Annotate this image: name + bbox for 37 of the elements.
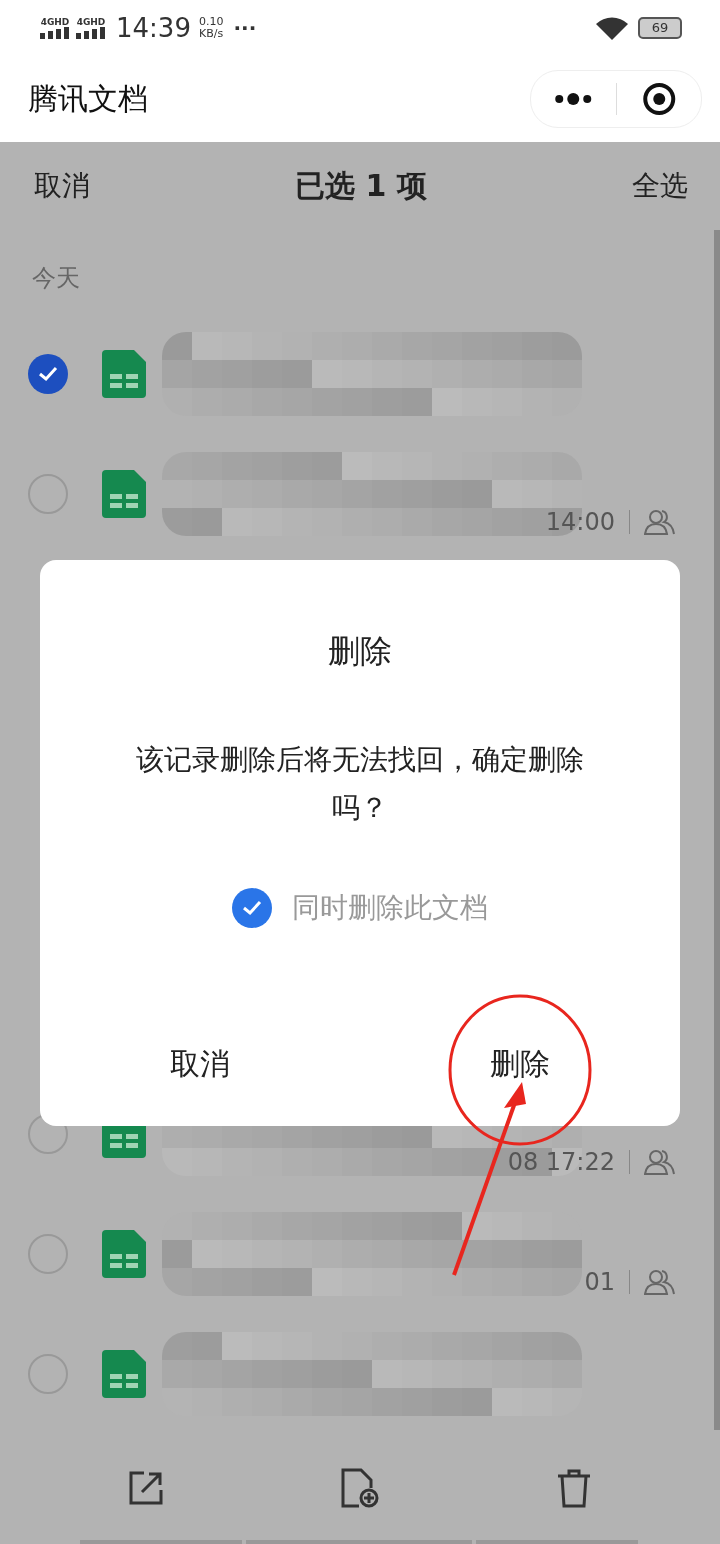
check-icon [242, 900, 262, 916]
signal-icon [40, 27, 70, 39]
network-label: 4GHD [76, 17, 106, 27]
signal-icon [76, 27, 106, 39]
select-all-link[interactable]: 全选 [632, 167, 688, 205]
edit-time: 01 [584, 1268, 615, 1296]
dialog-button[interactable]: 删除 [360, 1026, 680, 1102]
select-checkbox[interactable] [28, 1354, 68, 1394]
dialog-title: 删除 [328, 631, 392, 672]
trash-icon[interactable] [555, 1468, 592, 1508]
share-icon[interactable] [128, 1470, 165, 1506]
delete-document-checkbox[interactable] [232, 888, 272, 928]
spreadsheet-file-icon [102, 470, 146, 518]
dialog-message: 该记录删除后将无法找回，确定删除吗？ [135, 742, 585, 826]
cancel-link[interactable]: 取消 [34, 167, 90, 205]
speed-unit: KB/s [198, 28, 224, 40]
more-notifications: ··· [233, 16, 257, 40]
dialog-button[interactable]: 取消 [40, 1026, 360, 1102]
spreadsheet-file-icon [102, 1350, 146, 1398]
edit-time: 14:00 [545, 508, 615, 536]
select-checkbox[interactable] [28, 354, 68, 394]
selection-count: 已选 1 项 [295, 166, 427, 205]
section-label: 今天 [31, 263, 81, 294]
checkbox-label: 同时删除此文档 [292, 890, 488, 926]
clock: 14:39 [116, 13, 191, 43]
select-checkbox[interactable] [28, 474, 68, 514]
check-icon [38, 366, 58, 382]
network-speed: 0.10 [198, 16, 224, 28]
network-label: 4GHD [40, 17, 70, 27]
app-title: 腾讯文档 [28, 79, 149, 118]
edit-time: 08 17:22 [507, 1148, 615, 1176]
add-file-icon[interactable] [341, 1468, 379, 1508]
wifi-icon [596, 16, 628, 40]
spreadsheet-file-icon [102, 350, 146, 398]
battery-level: 69 [638, 17, 682, 39]
spreadsheet-file-icon [102, 1230, 146, 1278]
select-checkbox[interactable] [28, 1234, 68, 1274]
